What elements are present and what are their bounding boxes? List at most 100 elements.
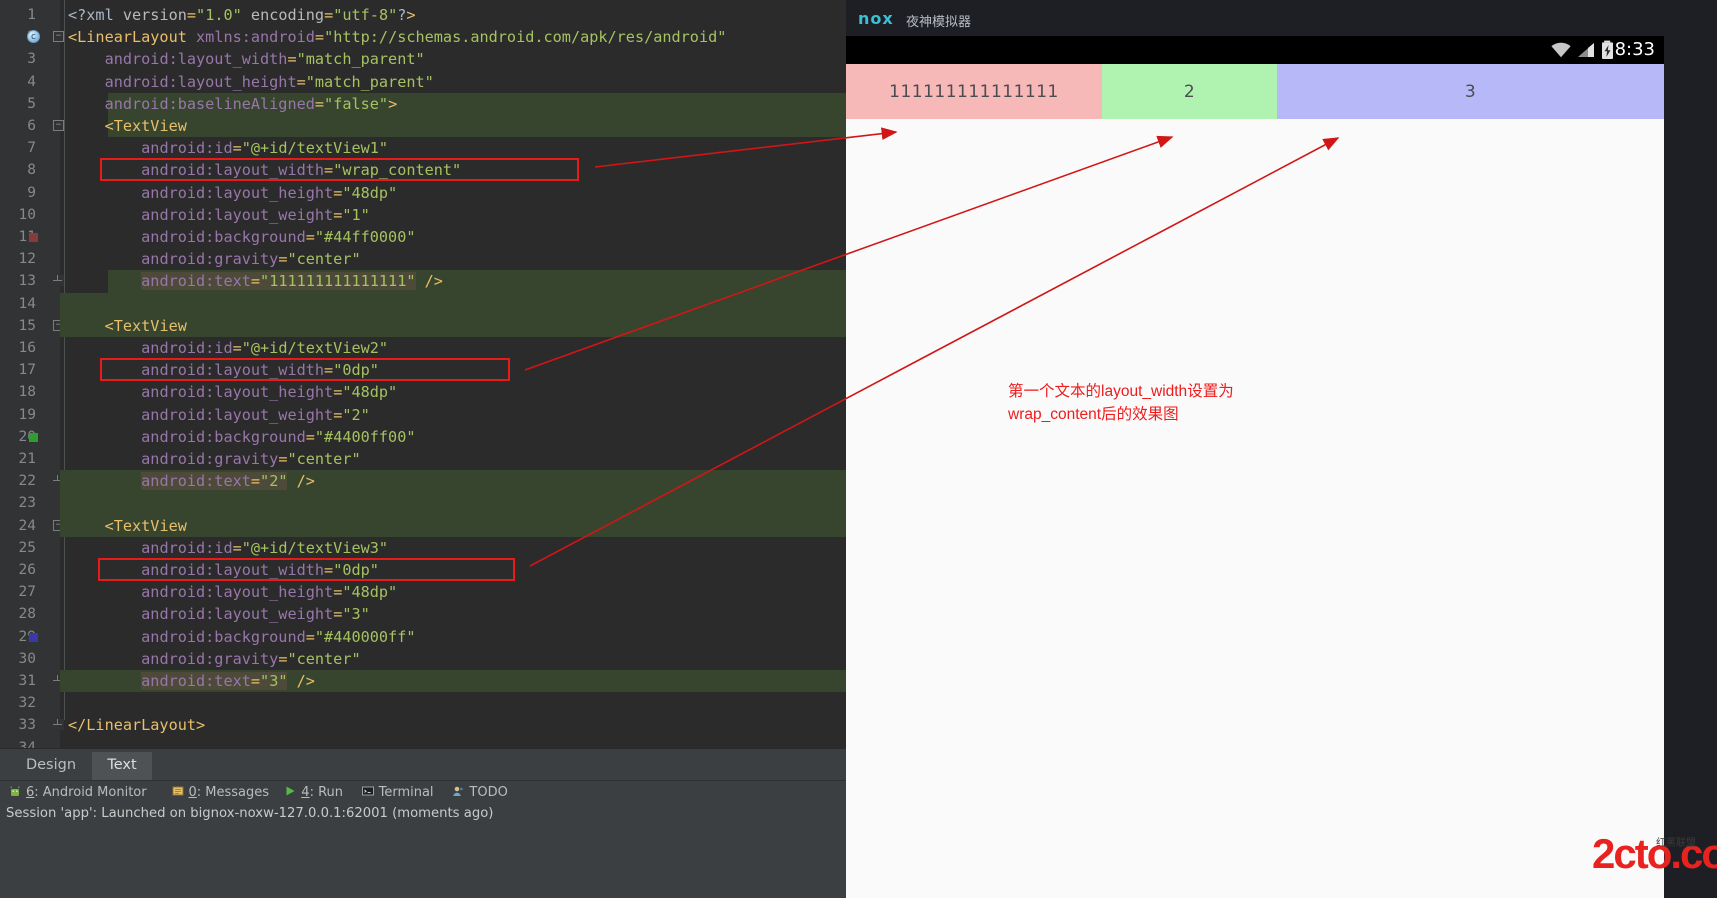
tool-window-messages[interactable]: 0: Messages xyxy=(171,781,269,805)
code-line[interactable]: android:layout_weight="3" xyxy=(60,603,370,625)
annotation-note: 第一个文本的layout_width设置为 wrap_content后的效果图 xyxy=(1008,380,1234,426)
line-number: 32 xyxy=(18,695,36,712)
tool-window-terminal[interactable]: Terminal xyxy=(361,781,434,805)
line-number: 31 xyxy=(18,673,36,689)
nox-app-name: 夜神模拟器 xyxy=(906,15,972,30)
code-line[interactable]: <TextView xyxy=(60,115,187,137)
code-line[interactable]: android:background="#440000ff" xyxy=(60,626,415,648)
class-marker-icon[interactable]: c xyxy=(27,30,40,44)
code-line[interactable]: android:background="#44ff0000" xyxy=(60,226,415,248)
line-number: 9 xyxy=(27,184,36,201)
code-line[interactable]: android:gravity="center" xyxy=(60,648,360,670)
code-line[interactable]: android:text="111111111111111" /> xyxy=(60,270,443,292)
editor-gutter[interactable]: 1234567891011121314151617181920212223242… xyxy=(0,0,64,748)
line-number: 18 xyxy=(18,384,36,401)
code-line[interactable]: android:id="@+id/textView1" xyxy=(60,137,388,159)
code-line[interactable] xyxy=(60,492,68,514)
code-line[interactable]: android:text="3" /> xyxy=(60,670,315,692)
code-line[interactable]: android:layout_width="0dp" xyxy=(60,559,379,581)
line-number: 5 xyxy=(27,95,36,112)
layout-editor-tabs[interactable]: Design Text xyxy=(0,748,846,781)
code-line[interactable] xyxy=(60,737,68,748)
code-line[interactable] xyxy=(60,692,68,714)
code-line[interactable]: <TextView xyxy=(60,515,187,537)
annotation-line-2: wrap_content后的效果图 xyxy=(1008,403,1234,426)
code-line[interactable]: android:gravity="center" xyxy=(60,448,360,470)
annotation-l1-post: 设置为 xyxy=(1187,382,1234,400)
code-line[interactable]: android:layout_weight="2" xyxy=(60,404,370,426)
line-number: 27 xyxy=(18,584,36,601)
bookmark-marker[interactable] xyxy=(29,632,38,642)
code-line[interactable] xyxy=(60,293,68,315)
line-number: 28 xyxy=(18,606,36,623)
code-line[interactable]: android:layout_height="48dp" xyxy=(60,581,397,603)
code-line[interactable]: <TextView xyxy=(60,315,187,337)
code-line[interactable]: android:gravity="center" xyxy=(60,248,360,270)
line-number: 26 xyxy=(18,562,36,578)
code-line[interactable]: android:layout_height="48dp" xyxy=(60,381,397,403)
code-line[interactable]: android:layout_width="0dp" xyxy=(60,359,379,381)
code-editor[interactable]: 1234567891011121314151617181920212223242… xyxy=(0,0,846,748)
nox-title-bar[interactable]: nox 夜神模拟器 xyxy=(846,0,1717,36)
android-status-bar: 8:33 xyxy=(846,36,1664,64)
code-line[interactable]: </LinearLayout> xyxy=(60,714,205,736)
annotation-l1-en: layout_width xyxy=(1101,383,1188,400)
line-number: 13 xyxy=(18,273,36,290)
code-line[interactable]: android:text="2" /> xyxy=(60,470,315,492)
tool-window-android-monitor[interactable]: 6: Android Monitor xyxy=(8,781,147,805)
code-line[interactable]: android:layout_height="48dp" xyxy=(60,182,397,204)
line-number: 4 xyxy=(27,73,36,90)
code-line[interactable]: android:baselineAligned="false"> xyxy=(60,93,398,115)
code-content[interactable]: <?xml version="1.0" encoding="utf-8"?> <L… xyxy=(60,0,846,748)
device-screen[interactable]: 8:33 111111111111111 2 3 xyxy=(846,36,1664,898)
textview-textView3: 3 xyxy=(1277,64,1664,119)
bookmark-marker[interactable] xyxy=(29,233,38,242)
status-bar: Session 'app': Launched on bignox-noxw-1… xyxy=(0,804,846,898)
line-number: 34 xyxy=(18,739,36,748)
screenshot-root: 1234567891011121314151617181920212223242… xyxy=(0,0,1717,898)
code-line[interactable]: android:layout_width="wrap_content" xyxy=(60,159,461,181)
annotation-line-1: 第一个文本的layout_width设置为 xyxy=(1008,380,1234,403)
line-number: 7 xyxy=(27,140,36,157)
line-number: 22 xyxy=(18,473,36,490)
todo-icon xyxy=(451,783,465,797)
line-number: 19 xyxy=(18,406,36,423)
textview-textView2: 2 xyxy=(1102,64,1277,119)
line-number: 14 xyxy=(18,295,36,312)
tool-window-run[interactable]: 4: Run xyxy=(283,781,343,805)
code-line[interactable]: android:layout_height="match_parent" xyxy=(60,71,434,93)
line-number: 10 xyxy=(18,206,36,223)
annotation-l1-pre: 第一个文本的 xyxy=(1008,382,1102,400)
line-number: 17 xyxy=(18,362,36,379)
messages-icon xyxy=(171,783,185,797)
nox-emulator-window: nox 夜神模拟器 8:33 111111111111111 2 3 xyxy=(846,0,1717,898)
code-line[interactable]: android:layout_weight="1" xyxy=(60,204,370,226)
line-number: 33 xyxy=(18,717,36,734)
status-clock: 8:33 xyxy=(1614,39,1655,60)
line-number: 12 xyxy=(18,251,36,268)
run-icon xyxy=(283,783,297,797)
android-icon xyxy=(8,783,22,797)
code-line[interactable]: android:layout_width="match_parent" xyxy=(60,48,425,70)
textview-textView1: 111111111111111 xyxy=(846,64,1102,119)
line-number: 8 xyxy=(27,162,36,179)
code-line[interactable]: <LinearLayout xmlns:android="http://sche… xyxy=(60,26,726,48)
code-line[interactable]: <?xml version="1.0" encoding="utf-8"?> xyxy=(60,4,416,26)
code-line[interactable]: android:id="@+id/textView3" xyxy=(60,537,388,559)
line-number: 25 xyxy=(18,539,36,556)
tool-window-todo[interactable]: TODO xyxy=(451,781,508,805)
wifi-icon xyxy=(1550,40,1572,64)
signal-icon xyxy=(1576,40,1596,64)
code-line[interactable]: android:id="@+id/textView2" xyxy=(60,337,388,359)
status-message: Session 'app': Launched on bignox-noxw-1… xyxy=(6,806,494,821)
tab-design[interactable]: Design xyxy=(12,752,90,781)
tool-window-bar[interactable]: 6: Android Monitor 0: Messages 4: Run Termi… xyxy=(0,780,846,804)
line-number: 6 xyxy=(27,118,36,134)
watermark-subtext: 红黑联盟 xyxy=(1656,838,1696,849)
annotation-l2-post: 后的效果图 xyxy=(1101,405,1179,423)
linear-layout-preview: 111111111111111 2 3 xyxy=(846,64,1664,119)
code-line[interactable]: android:background="#4400ff00" xyxy=(60,426,415,448)
tab-text[interactable]: Text xyxy=(92,752,152,781)
battery-charging-icon xyxy=(1601,40,1614,64)
bookmark-marker[interactable] xyxy=(29,432,38,442)
